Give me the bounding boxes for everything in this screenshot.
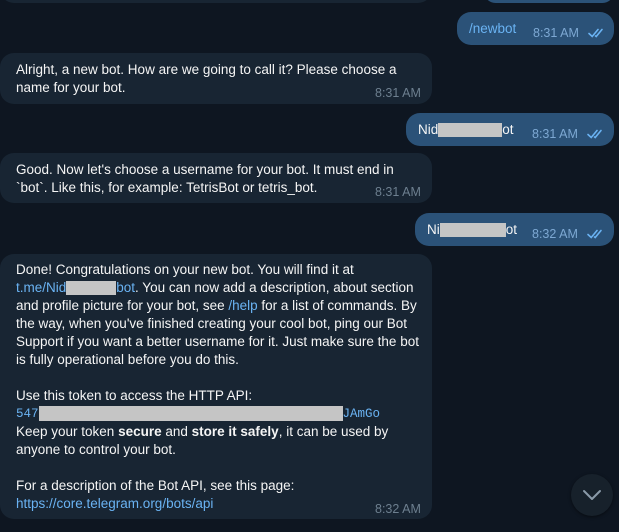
- bot-api-link[interactable]: https://core.telegram.org/bots/api: [16, 495, 213, 513]
- help-command-link[interactable]: /help: [228, 298, 257, 313]
- message-time: 8:31 AM: [533, 26, 579, 40]
- incoming-message-partial: [0, 0, 432, 3]
- api-token[interactable]: 547 JAmGo: [16, 405, 380, 423]
- bot-link[interactable]: t.me/Nid bot: [16, 280, 135, 296]
- redacted-block: [438, 123, 503, 138]
- command-text[interactable]: /newbot: [469, 20, 516, 38]
- redacted-block: [38, 406, 343, 422]
- double-check-icon: [587, 129, 602, 139]
- message-time: 8:31 AM: [375, 86, 421, 100]
- message-line: Support if you want a better username fo…: [16, 334, 419, 349]
- token-intro: Use this token to access the HTTP API:: [16, 388, 253, 403]
- message-line: Good. Now let's choose a username for yo…: [16, 162, 394, 177]
- outgoing-message: /newbot 8:31 AM: [457, 12, 614, 45]
- message-line: Alright, a new bot. How are we going to …: [16, 62, 397, 77]
- double-check-icon: [587, 229, 602, 239]
- redacted-block: [66, 281, 117, 296]
- message-line: the way, when you've finished creating y…: [16, 316, 408, 331]
- message-line: Keep your token secure and store it safe…: [16, 424, 389, 439]
- message-line: `bot`. Like this, for example: TetrisBot…: [16, 180, 318, 195]
- incoming-message: Done! Congratulations on your new bot. Y…: [0, 254, 432, 519]
- chat-history: /newbot 8:31 AM Alright, a new bot. How …: [0, 0, 619, 532]
- outgoing-message: Nid ot 8:31 AM: [406, 113, 614, 146]
- incoming-message: Good. Now let's choose a username for yo…: [0, 153, 432, 203]
- redacted-block: [439, 223, 506, 238]
- message-time: 8:32 AM: [532, 227, 578, 241]
- outgoing-message-partial: [484, 0, 614, 3]
- incoming-message: Alright, a new bot. How are we going to …: [0, 53, 432, 104]
- message-line: is fully operational before you do this.: [16, 352, 239, 367]
- message-time: 8:31 AM: [375, 185, 421, 199]
- message-line: Done! Congratulations on your new bot. Y…: [16, 262, 354, 277]
- message-time: 8:31 AM: [532, 127, 578, 141]
- chevron-down-icon: [583, 490, 601, 500]
- message-line: and profile picture for your bot, see /h…: [16, 298, 417, 313]
- scroll-down-button[interactable]: [571, 474, 613, 516]
- message-line: name for your bot.: [16, 80, 126, 95]
- message-line: anyone to control your bot.: [16, 442, 176, 457]
- bot-name-text: Nid ot: [418, 122, 514, 138]
- double-check-icon: [588, 28, 603, 38]
- outgoing-message: Ni ot 8:32 AM: [415, 213, 614, 246]
- bot-username-text: Ni ot: [427, 222, 518, 238]
- message-line: t.me/Nid bot. You can now add a descripti…: [16, 280, 414, 296]
- message-line: For a description of the Bot API, see th…: [16, 478, 295, 493]
- message-time: 8:32 AM: [375, 502, 421, 516]
